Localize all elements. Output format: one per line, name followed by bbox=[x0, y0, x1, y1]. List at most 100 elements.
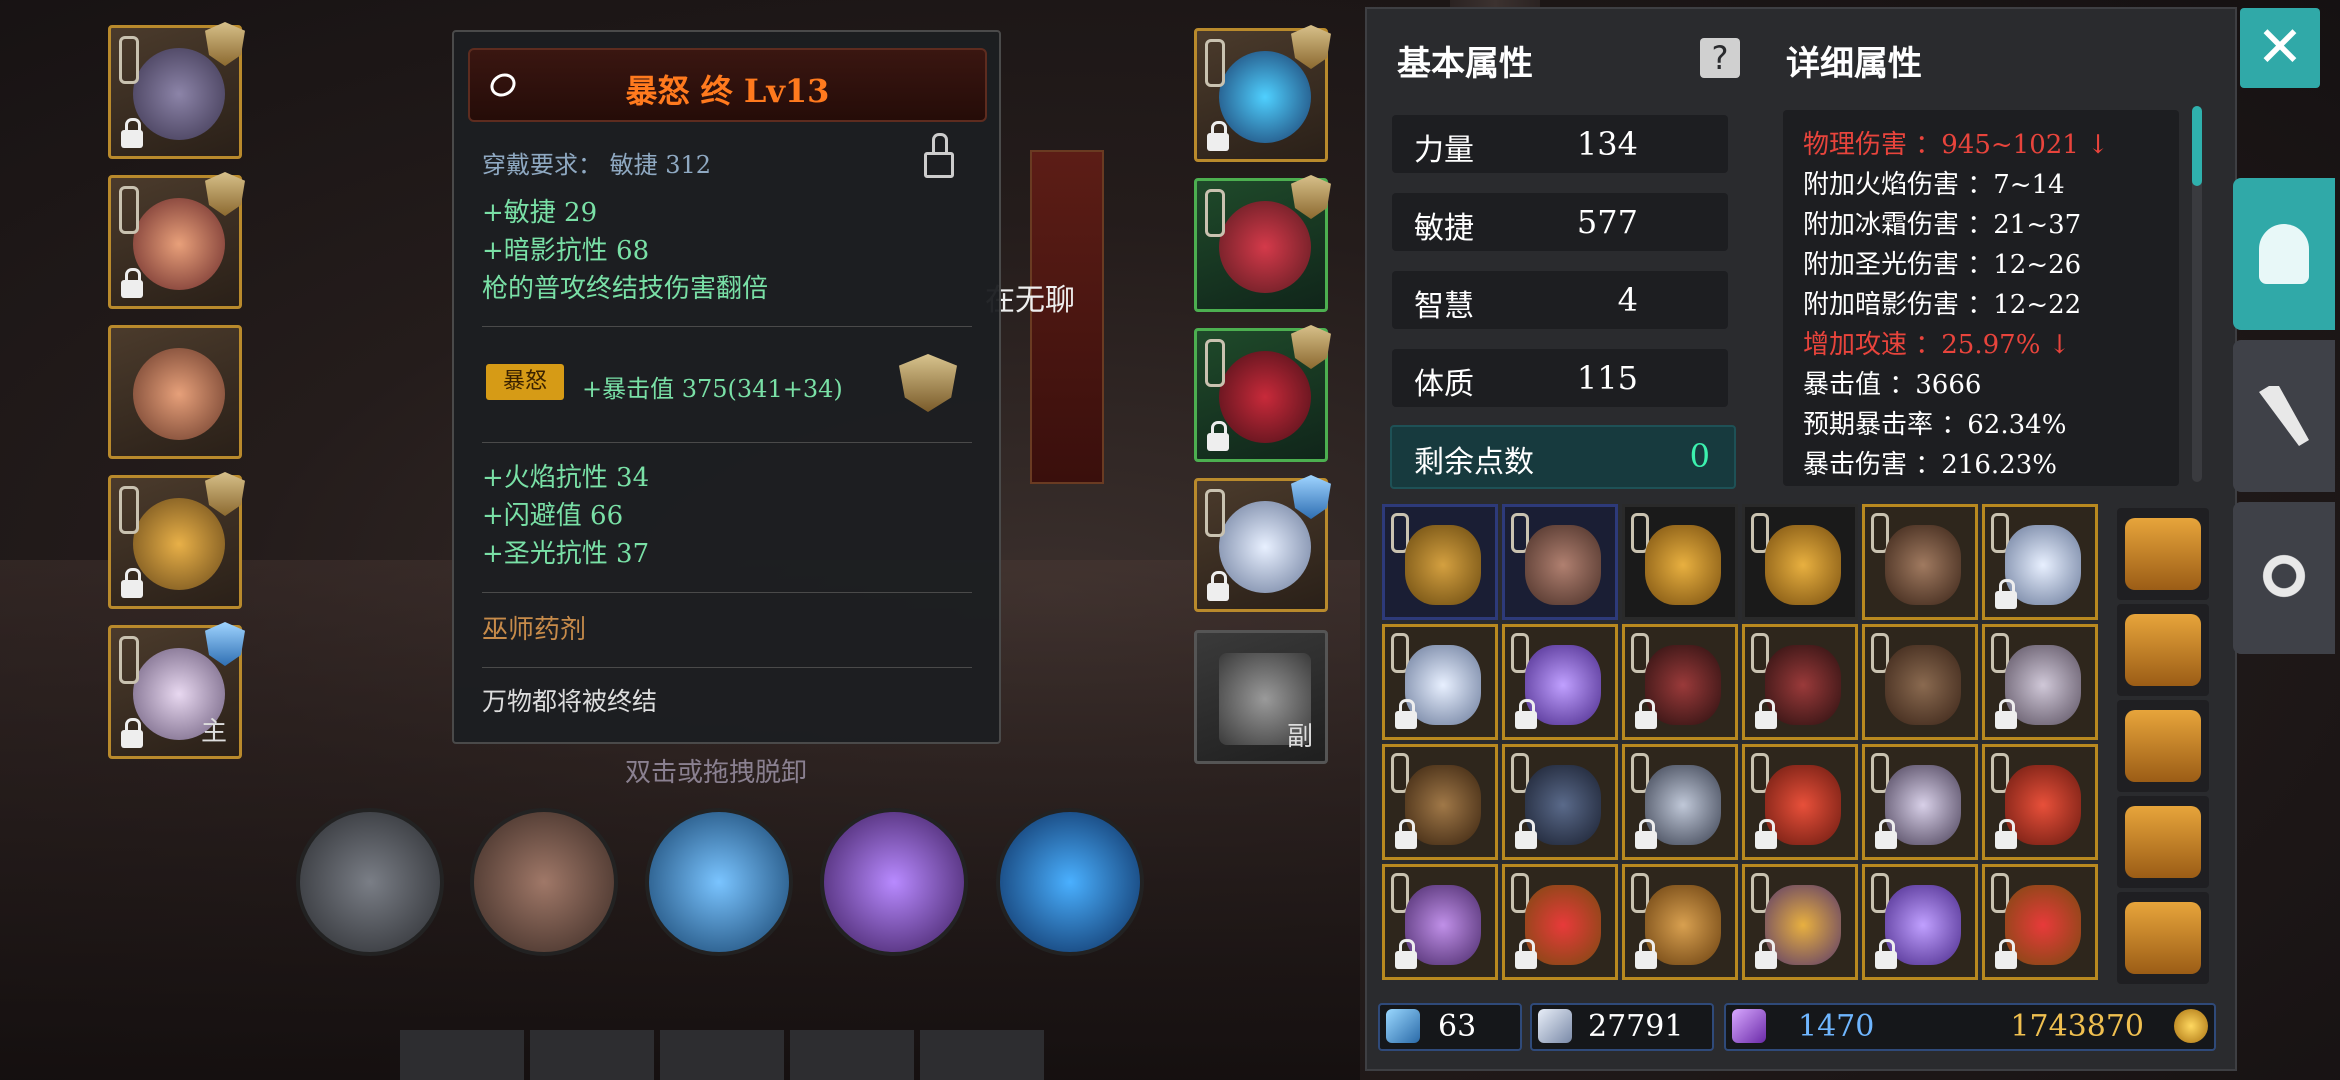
skills-tab[interactable] bbox=[2233, 340, 2335, 492]
inventory-slot[interactable] bbox=[1982, 504, 2098, 620]
help-icon[interactable]: ? bbox=[1700, 38, 1740, 78]
inventory-slot[interactable] bbox=[1862, 504, 1978, 620]
helmet-icon bbox=[2259, 224, 2309, 284]
item-set-name: 巫师药剂 bbox=[482, 615, 587, 645]
armor-icon bbox=[1885, 645, 1961, 725]
inventory-slot[interactable] bbox=[1382, 624, 1498, 740]
stat-row-strength: 力量 134 bbox=[1392, 115, 1728, 173]
bottom-tab[interactable] bbox=[920, 1030, 1044, 1080]
item-stat: +火焰抗性 34 bbox=[482, 463, 650, 493]
tooltip-header: 暴怒 终 Lv13 bbox=[468, 48, 987, 122]
equip-slot-helmet[interactable] bbox=[108, 22, 245, 159]
inventory-slot[interactable] bbox=[1862, 744, 1978, 860]
inventory-slot[interactable] bbox=[1622, 504, 1738, 620]
inventory-slot[interactable] bbox=[1742, 504, 1858, 620]
inventory-slot[interactable] bbox=[1382, 744, 1498, 860]
lock-icon bbox=[1395, 699, 1417, 729]
bag-slot[interactable] bbox=[2117, 700, 2209, 792]
lock-icon bbox=[1755, 939, 1777, 969]
item-stat: 枪的普攻终结技伤害翻倍 bbox=[482, 274, 769, 304]
skill-kick-icon[interactable] bbox=[470, 808, 618, 956]
equip-slot-main-weapon[interactable]: 主 bbox=[108, 622, 245, 759]
divider bbox=[482, 667, 972, 668]
inventory-slot[interactable] bbox=[1742, 864, 1858, 980]
backpack-icon bbox=[1405, 525, 1481, 605]
stat-value: 577 bbox=[1576, 203, 1638, 241]
stat-row-agility: 敏捷 577 bbox=[1392, 193, 1728, 251]
bracers-item-icon bbox=[1219, 201, 1311, 293]
skill-dagger-icon[interactable] bbox=[296, 808, 444, 956]
skill-shadow-icon[interactable] bbox=[820, 808, 968, 956]
shield-icon bbox=[1291, 325, 1331, 369]
lock-icon bbox=[1995, 579, 2017, 609]
chain-icon bbox=[1205, 489, 1225, 537]
ring-item-icon bbox=[1219, 501, 1311, 593]
detail-scrollbar[interactable] bbox=[2192, 106, 2202, 482]
detail-line: 暴击伤害 ：216.23% bbox=[1803, 450, 2057, 480]
lock-icon bbox=[1515, 699, 1537, 729]
equipment-tab[interactable] bbox=[2233, 178, 2335, 330]
equip-slot-bracers[interactable] bbox=[1194, 175, 1331, 312]
inventory-slot[interactable] bbox=[1742, 744, 1858, 860]
bottom-tab[interactable] bbox=[400, 1030, 524, 1080]
bag-slot[interactable] bbox=[2117, 796, 2209, 888]
inventory-slot[interactable] bbox=[1622, 744, 1738, 860]
backpack-icon bbox=[1645, 525, 1721, 605]
divider bbox=[482, 592, 972, 593]
skill-dash-icon[interactable] bbox=[996, 808, 1144, 956]
equip-slot-ring-2[interactable] bbox=[1194, 475, 1331, 612]
equip-slot-ring[interactable] bbox=[108, 472, 245, 609]
bottom-tab[interactable] bbox=[530, 1030, 654, 1080]
detail-line: 增加攻速 ：25.97% ↓ bbox=[1803, 330, 2071, 360]
remaining-points-value: 0 bbox=[1689, 437, 1710, 475]
stat-value: 4 bbox=[1617, 281, 1638, 319]
equip-slot-chest[interactable] bbox=[108, 172, 245, 309]
inventory-slot[interactable] bbox=[1382, 864, 1498, 980]
settings-tab[interactable] bbox=[2233, 502, 2335, 654]
unlock-icon[interactable] bbox=[924, 133, 954, 178]
inventory-slot[interactable] bbox=[1502, 624, 1618, 740]
detail-line: 物理伤害 ：945~1021 ↓ bbox=[1803, 130, 2109, 160]
backpack-icon bbox=[1765, 525, 1841, 605]
detail-attributes-list[interactable]: 物理伤害 ：945~1021 ↓ 附加火焰伤害 ：7~14 附加冰霜伤害 ：21… bbox=[1783, 110, 2179, 486]
equip-slot-off-weapon[interactable]: 副 bbox=[1194, 630, 1328, 764]
scroll-thumb[interactable] bbox=[2192, 106, 2202, 186]
close-button[interactable]: ✕ bbox=[2240, 8, 2320, 88]
bag-slot[interactable] bbox=[2117, 604, 2209, 696]
inventory-slot[interactable] bbox=[1502, 504, 1618, 620]
detail-attributes-title: 详细属性 bbox=[1786, 44, 1922, 84]
inventory-slot[interactable] bbox=[1502, 864, 1618, 980]
chain-icon bbox=[119, 636, 139, 684]
divider bbox=[482, 442, 972, 443]
bottom-tab[interactable] bbox=[790, 1030, 914, 1080]
lock-icon bbox=[1395, 819, 1417, 849]
skill-spear-icon[interactable] bbox=[645, 808, 793, 956]
equip-slot-gloves[interactable] bbox=[1194, 25, 1331, 162]
inventory-slot[interactable] bbox=[1862, 864, 1978, 980]
stat-value: 115 bbox=[1576, 359, 1638, 397]
equip-slot-boots[interactable] bbox=[1194, 325, 1331, 462]
equip-slot-shoulder[interactable] bbox=[108, 325, 242, 459]
enchant-gem-icon bbox=[899, 354, 957, 412]
inventory-slot[interactable] bbox=[1982, 744, 2098, 860]
bag-slot[interactable] bbox=[2117, 892, 2209, 984]
bag-slot[interactable] bbox=[2117, 508, 2209, 600]
lock-icon bbox=[1995, 699, 2017, 729]
inventory-slot[interactable] bbox=[1982, 864, 2098, 980]
inventory-slot[interactable] bbox=[1622, 624, 1738, 740]
item-requirement: 穿戴要求： 敏捷 312 bbox=[482, 151, 712, 179]
inventory-slot[interactable] bbox=[1742, 624, 1858, 740]
crystal-icon bbox=[1732, 1009, 1766, 1043]
inventory-slot[interactable] bbox=[1862, 624, 1978, 740]
item-lore: 万物都将被终结 bbox=[482, 687, 658, 716]
lock-icon bbox=[121, 118, 143, 148]
lock-icon bbox=[1755, 819, 1777, 849]
chain-icon bbox=[119, 486, 139, 534]
inventory-slot[interactable] bbox=[1982, 624, 2098, 740]
bottom-tab[interactable] bbox=[660, 1030, 784, 1080]
stat-value: 134 bbox=[1576, 125, 1638, 163]
inventory-slot[interactable] bbox=[1382, 504, 1498, 620]
inventory-slot[interactable] bbox=[1622, 864, 1738, 980]
lock-icon bbox=[1875, 939, 1897, 969]
inventory-slot[interactable] bbox=[1502, 744, 1618, 860]
